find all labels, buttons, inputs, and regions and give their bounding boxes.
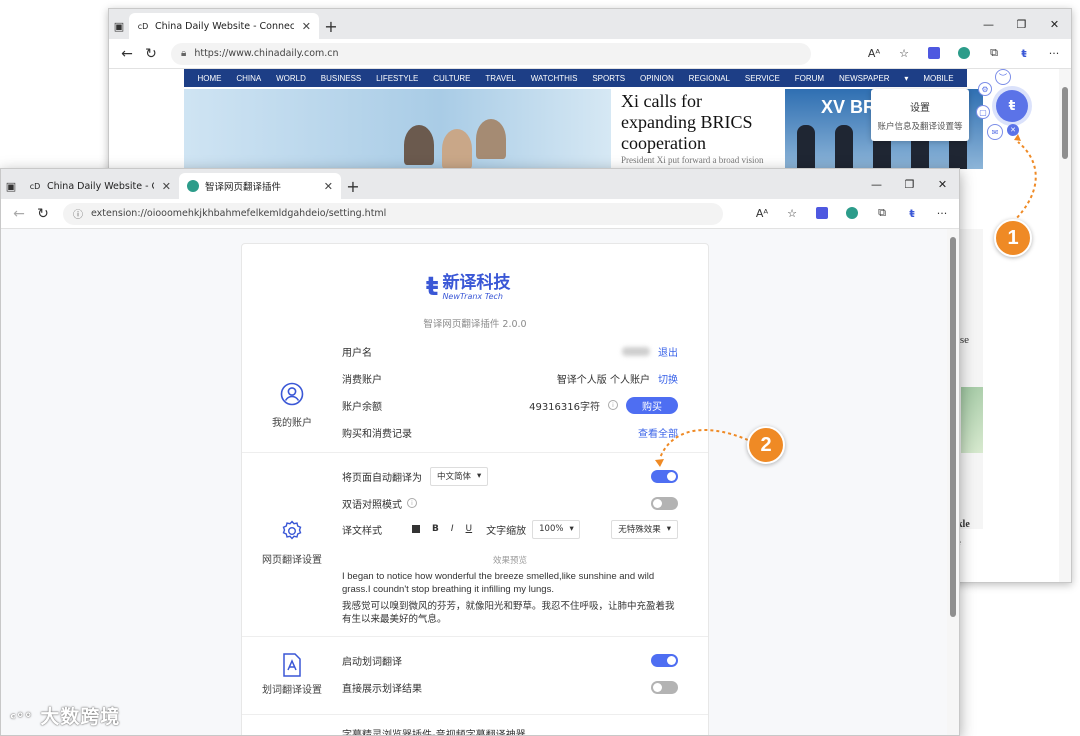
watermark-logo-icon: ᶜ°° — [10, 711, 33, 727]
callout-badge-2: 2 — [747, 426, 785, 464]
watermark-text: 大数跨境 — [40, 706, 121, 728]
callout-badge-1: 1 — [994, 219, 1032, 257]
callout-arrow-2 — [659, 429, 749, 459]
callout-arrows — [655, 134, 1037, 467]
arrowhead-2-icon — [655, 459, 664, 467]
arrowhead-1-icon — [1014, 134, 1021, 141]
callout-arrow-1 — [1012, 141, 1037, 223]
watermark: ᶜ°° 大数跨境 — [10, 702, 120, 729]
